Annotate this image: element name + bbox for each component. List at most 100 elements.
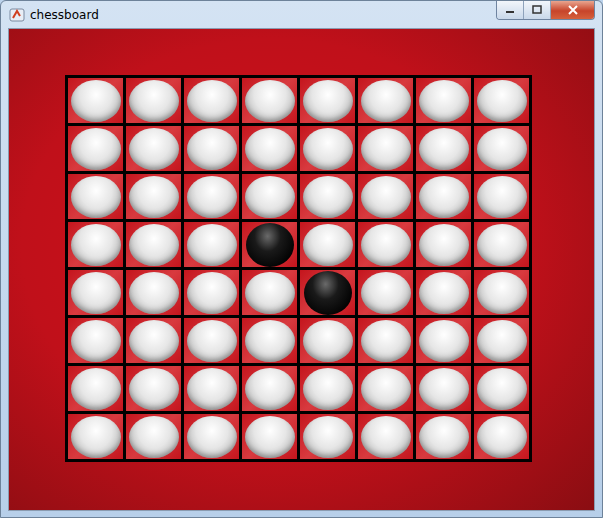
board-cell[interactable] — [416, 366, 471, 411]
board-cell[interactable] — [300, 270, 355, 315]
board-cell[interactable] — [68, 222, 123, 267]
white-piece — [129, 224, 179, 266]
white-piece — [129, 272, 179, 314]
board-cell[interactable] — [474, 174, 529, 219]
white-piece — [129, 128, 179, 170]
white-piece — [477, 176, 527, 218]
board-cell[interactable] — [300, 318, 355, 363]
board-cell[interactable] — [474, 78, 529, 123]
close-icon — [567, 5, 579, 15]
board-cell[interactable] — [126, 78, 181, 123]
board-cell[interactable] — [184, 222, 239, 267]
maximize-icon — [531, 5, 543, 15]
white-piece — [477, 368, 527, 410]
close-button[interactable] — [551, 1, 594, 19]
board-cell[interactable] — [300, 78, 355, 123]
board-cell[interactable] — [358, 78, 413, 123]
board-cell[interactable] — [184, 414, 239, 459]
board-cell[interactable] — [474, 222, 529, 267]
board-cell[interactable] — [242, 414, 297, 459]
board-cell[interactable] — [242, 222, 297, 267]
board-cell[interactable] — [300, 126, 355, 171]
board-cell[interactable] — [474, 270, 529, 315]
white-piece — [245, 272, 295, 314]
white-piece — [245, 128, 295, 170]
white-piece — [303, 368, 353, 410]
board-cell[interactable] — [416, 126, 471, 171]
white-piece — [361, 224, 411, 266]
board-cell[interactable] — [242, 126, 297, 171]
white-piece — [129, 176, 179, 218]
white-piece — [129, 320, 179, 362]
board-cell[interactable] — [416, 174, 471, 219]
board-cell[interactable] — [358, 270, 413, 315]
board-cell[interactable] — [300, 222, 355, 267]
black-piece — [304, 271, 352, 315]
board-cell[interactable] — [300, 414, 355, 459]
window: chessboard — [0, 0, 603, 518]
board-cell[interactable] — [358, 366, 413, 411]
board-cell[interactable] — [358, 414, 413, 459]
board-cell[interactable] — [126, 270, 181, 315]
board-cell[interactable] — [126, 414, 181, 459]
white-piece — [71, 80, 121, 122]
board-cell[interactable] — [358, 222, 413, 267]
board-cell[interactable] — [68, 270, 123, 315]
white-piece — [419, 128, 469, 170]
maximize-button[interactable] — [524, 1, 551, 19]
board-cell[interactable] — [68, 414, 123, 459]
board-cell[interactable] — [126, 126, 181, 171]
window-title: chessboard — [30, 8, 491, 22]
board-cell[interactable] — [358, 318, 413, 363]
board-cell[interactable] — [184, 366, 239, 411]
white-piece — [419, 224, 469, 266]
white-piece — [303, 320, 353, 362]
board-cell[interactable] — [242, 78, 297, 123]
board-cell[interactable] — [184, 126, 239, 171]
chessboard — [65, 75, 532, 462]
board-cell[interactable] — [184, 270, 239, 315]
board-cell[interactable] — [474, 366, 529, 411]
board-cell[interactable] — [416, 78, 471, 123]
board-cell[interactable] — [68, 174, 123, 219]
board-cell[interactable] — [416, 270, 471, 315]
white-piece — [303, 416, 353, 458]
board-cell[interactable] — [68, 78, 123, 123]
board-cell[interactable] — [68, 318, 123, 363]
white-piece — [245, 176, 295, 218]
white-piece — [245, 368, 295, 410]
minimize-button[interactable] — [497, 1, 524, 19]
white-piece — [71, 272, 121, 314]
board-cell[interactable] — [474, 126, 529, 171]
board-cell[interactable] — [474, 318, 529, 363]
board-cell[interactable] — [184, 174, 239, 219]
white-piece — [477, 416, 527, 458]
board-cell[interactable] — [68, 366, 123, 411]
board-cell[interactable] — [416, 414, 471, 459]
board-cell[interactable] — [416, 222, 471, 267]
board-cell[interactable] — [126, 366, 181, 411]
board-cell[interactable] — [126, 222, 181, 267]
board-cell[interactable] — [126, 318, 181, 363]
white-piece — [303, 176, 353, 218]
board-cell[interactable] — [68, 126, 123, 171]
board-cell[interactable] — [126, 174, 181, 219]
board-cell[interactable] — [184, 318, 239, 363]
board-cell[interactable] — [242, 318, 297, 363]
board-cell[interactable] — [358, 174, 413, 219]
white-piece — [361, 320, 411, 362]
white-piece — [129, 80, 179, 122]
board-cell[interactable] — [242, 366, 297, 411]
white-piece — [71, 320, 121, 362]
board-cell[interactable] — [242, 174, 297, 219]
board-cell[interactable] — [184, 78, 239, 123]
board-cell[interactable] — [358, 126, 413, 171]
board-cell[interactable] — [474, 414, 529, 459]
board-cell[interactable] — [300, 174, 355, 219]
minimize-icon — [504, 5, 516, 15]
white-piece — [419, 368, 469, 410]
white-piece — [187, 128, 237, 170]
board-cell[interactable] — [416, 318, 471, 363]
board-cell[interactable] — [300, 366, 355, 411]
board-cell[interactable] — [242, 270, 297, 315]
